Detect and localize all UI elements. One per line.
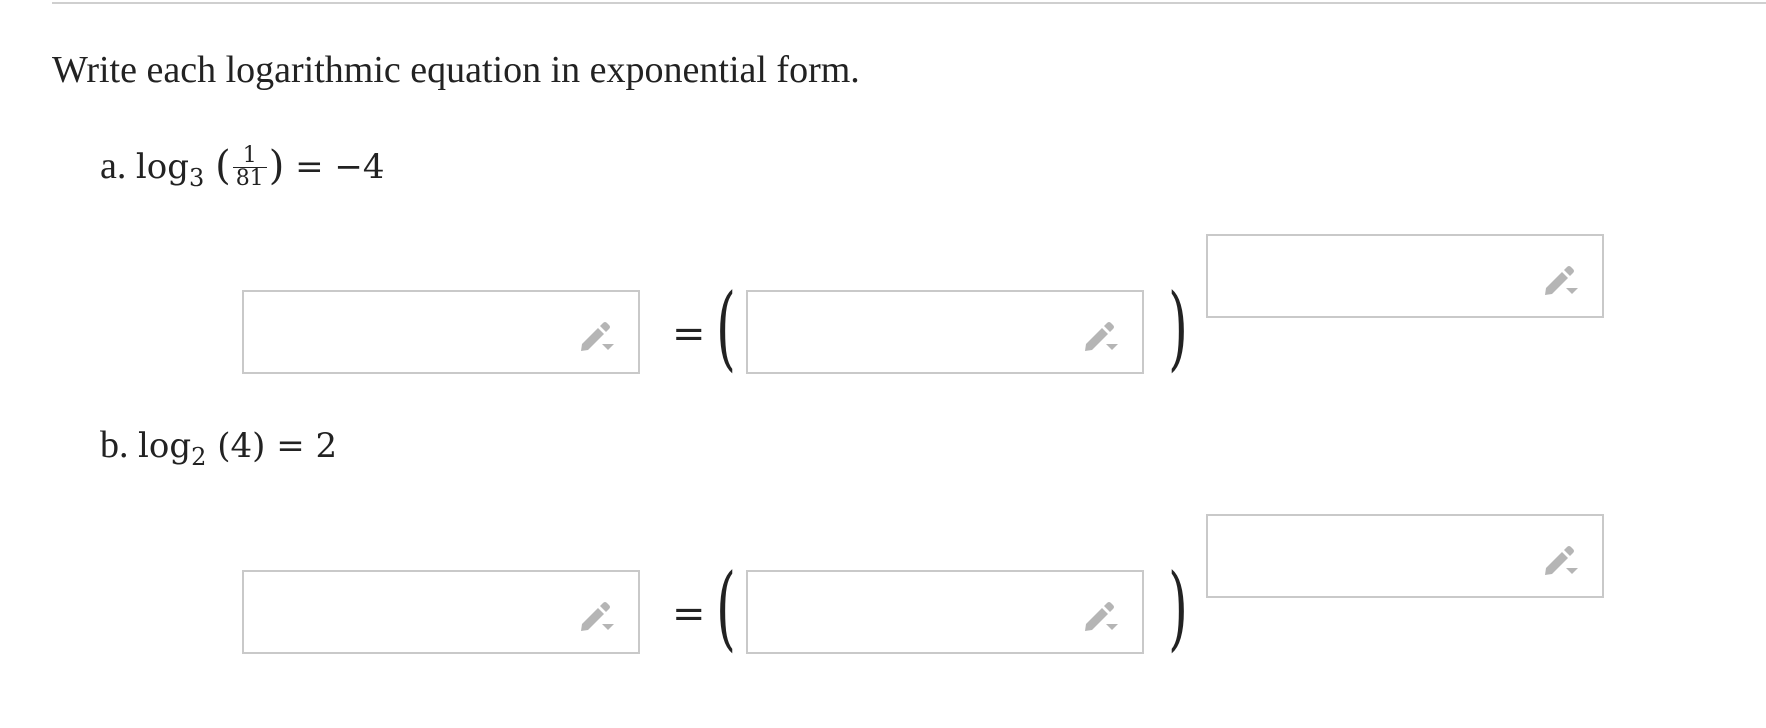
pencil-dropdown-icon[interactable] bbox=[578, 318, 618, 354]
log-word: log bbox=[135, 147, 189, 187]
answer-b-equals: = bbox=[672, 591, 706, 637]
problem-a-lhs-field[interactable] bbox=[254, 302, 558, 364]
pencil-dropdown-icon[interactable] bbox=[1082, 318, 1122, 354]
log-argument: (4) bbox=[217, 426, 266, 466]
problem-a-exponent-input[interactable] bbox=[1206, 234, 1604, 318]
answer-a-open-paren: ( bbox=[716, 274, 736, 381]
pencil-dropdown-icon[interactable] bbox=[578, 598, 618, 634]
pencil-dropdown-icon[interactable] bbox=[1542, 542, 1582, 578]
problem-a-base-field[interactable] bbox=[758, 302, 1062, 364]
problem-b-label: b. bbox=[100, 424, 129, 466]
problem-b-exponent-input[interactable] bbox=[1206, 514, 1604, 598]
answer-a-equals: = bbox=[672, 311, 706, 357]
problem-b-equation: log2 (4) = 2 bbox=[138, 426, 338, 471]
equals-sign: = bbox=[276, 426, 305, 466]
fraction-numerator: 1 bbox=[232, 144, 267, 168]
problem-b-base-field[interactable] bbox=[758, 582, 1062, 644]
pencil-dropdown-icon[interactable] bbox=[1542, 262, 1582, 298]
result-value: −4 bbox=[334, 147, 385, 187]
problem-b-statement: b. log2 (4) = 2 bbox=[100, 420, 337, 474]
answer-a-close-paren: ) bbox=[1168, 274, 1188, 381]
problem-b-exponent-field[interactable] bbox=[1218, 526, 1522, 588]
top-divider bbox=[52, 2, 1766, 4]
problem-a-equation: log3 (1 81) = −4 bbox=[135, 143, 385, 192]
fraction: 1 81 bbox=[232, 144, 267, 191]
problem-a-label: a. bbox=[100, 145, 127, 187]
result-value: 2 bbox=[315, 426, 338, 466]
equals-sign: = bbox=[295, 147, 324, 187]
answer-b-close-paren: ) bbox=[1168, 554, 1188, 661]
log-word: log bbox=[138, 426, 192, 466]
close-paren: ) bbox=[268, 143, 285, 189]
problem-a-exponent-field[interactable] bbox=[1218, 246, 1522, 308]
problem-b-lhs-input[interactable] bbox=[242, 570, 640, 654]
instruction-text: Write each logarithmic equation in expon… bbox=[52, 49, 860, 91]
log-base: 2 bbox=[191, 443, 207, 471]
pencil-dropdown-icon[interactable] bbox=[1082, 598, 1122, 634]
fraction-denominator: 81 bbox=[235, 165, 264, 191]
problem-a-statement: a. log3 (1 81) = −4 bbox=[100, 140, 385, 195]
problem-b-base-input[interactable] bbox=[746, 570, 1144, 654]
problem-a-base-input[interactable] bbox=[746, 290, 1144, 374]
problem-b-lhs-field[interactable] bbox=[254, 582, 558, 644]
open-paren: ( bbox=[215, 143, 231, 189]
problem-a-lhs-input[interactable] bbox=[242, 290, 640, 374]
answer-b-open-paren: ( bbox=[716, 554, 736, 661]
log-base: 3 bbox=[188, 164, 205, 192]
